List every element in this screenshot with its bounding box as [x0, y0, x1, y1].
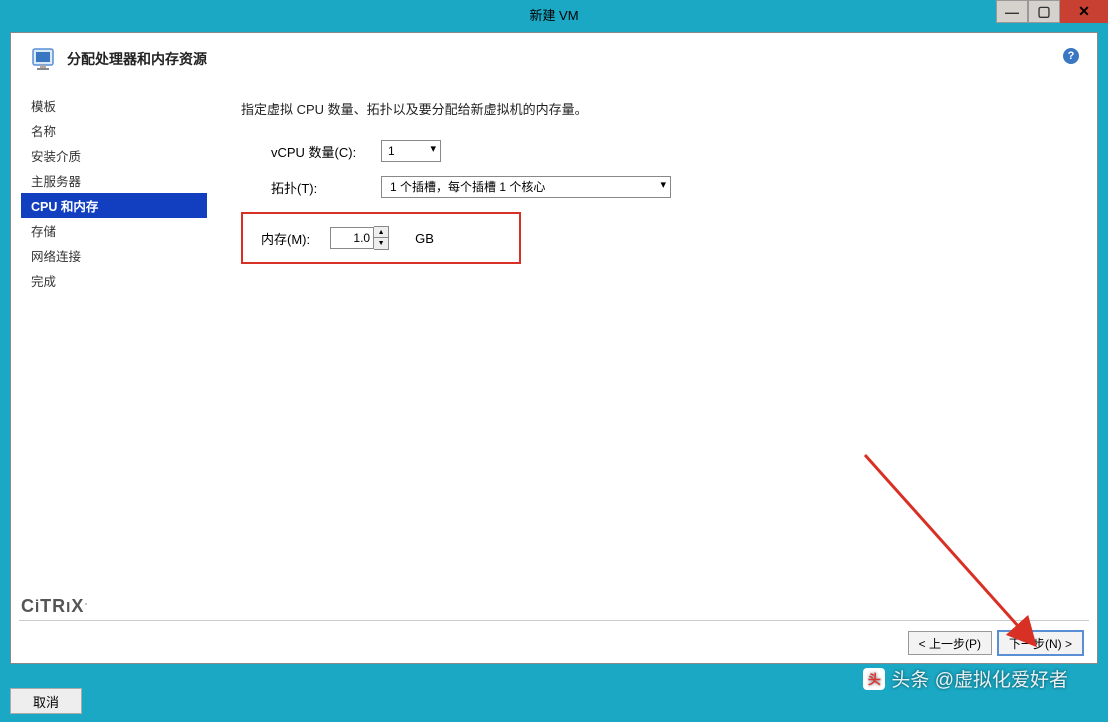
- sidebar-item-finish[interactable]: 完成: [21, 268, 207, 293]
- watermark-text: 头条 @虚拟化爱好者: [891, 665, 1068, 692]
- description-text: 指定虚拟 CPU 数量、拓扑以及要分配给新虚拟机的内存量。: [241, 99, 1067, 118]
- watermark: 头 头条 @虚拟化爱好者: [863, 665, 1068, 692]
- sidebar-item-storage[interactable]: 存储: [21, 218, 207, 243]
- vm-icon: [31, 45, 55, 73]
- memory-spin-up[interactable]: ▲: [374, 227, 388, 238]
- titlebar-buttons: — ▢ ✕: [996, 0, 1108, 23]
- dialog-body: 分配处理器和内存资源 ? 模板 名称 安装介质 主服务器 CPU 和内存 存储 …: [10, 32, 1098, 664]
- content-pane: 指定虚拟 CPU 数量、拓扑以及要分配给新虚拟机的内存量。 vCPU 数量(C)…: [211, 85, 1097, 663]
- vcpu-row: vCPU 数量(C): 1: [241, 140, 1067, 162]
- memory-label: 内存(M):: [261, 229, 310, 248]
- memory-spinbox: ▲ ▼: [330, 226, 389, 250]
- sidebar-item-networking[interactable]: 网络连接: [21, 243, 207, 268]
- main-content: 模板 名称 安装介质 主服务器 CPU 和内存 存储 网络连接 完成 指定虚拟 …: [11, 85, 1097, 663]
- cancel-button[interactable]: 取消: [10, 688, 82, 714]
- citrix-logo: CİTRIX˙: [21, 596, 89, 617]
- sidebar-item-install-media[interactable]: 安装介质: [21, 143, 207, 168]
- dialog-header: 分配处理器和内存资源 ?: [11, 33, 1097, 85]
- vcpu-label: vCPU 数量(C):: [241, 142, 381, 161]
- vcpu-select[interactable]: 1: [381, 140, 441, 162]
- topology-select[interactable]: 1 个插槽，每个插槽 1 个核心: [381, 176, 671, 198]
- memory-highlight-box: 内存(M): ▲ ▼ GB: [241, 212, 521, 264]
- help-icon[interactable]: ?: [1063, 48, 1079, 64]
- sidebar-item-cpu-memory[interactable]: CPU 和内存: [21, 193, 207, 218]
- sidebar-item-home-server[interactable]: 主服务器: [21, 168, 207, 193]
- close-button[interactable]: ✕: [1060, 0, 1108, 23]
- memory-spin-down[interactable]: ▼: [374, 238, 388, 249]
- memory-spin-buttons: ▲ ▼: [374, 226, 389, 250]
- memory-unit: GB: [415, 231, 434, 246]
- titlebar: 新建 VM — ▢ ✕: [0, 0, 1108, 28]
- wizard-sidebar: 模板 名称 安装介质 主服务器 CPU 和内存 存储 网络连接 完成: [11, 85, 211, 663]
- sidebar-item-template[interactable]: 模板: [21, 93, 207, 118]
- prev-button[interactable]: < 上一步(P): [908, 631, 992, 655]
- minimize-button[interactable]: —: [996, 0, 1028, 23]
- memory-input[interactable]: [330, 227, 374, 249]
- footer-buttons: < 上一步(P) 下一步(N) >: [908, 631, 1083, 655]
- window-title: 新建 VM: [529, 5, 578, 24]
- maximize-button[interactable]: ▢: [1028, 0, 1060, 23]
- watermark-icon: 头: [863, 668, 885, 690]
- topology-label: 拓扑(T):: [241, 178, 381, 197]
- dialog-title: 分配处理器和内存资源: [67, 49, 207, 69]
- footer-separator: [19, 620, 1089, 621]
- next-button[interactable]: 下一步(N) >: [998, 631, 1083, 655]
- sidebar-item-name[interactable]: 名称: [21, 118, 207, 143]
- topology-row: 拓扑(T): 1 个插槽，每个插槽 1 个核心: [241, 176, 1067, 198]
